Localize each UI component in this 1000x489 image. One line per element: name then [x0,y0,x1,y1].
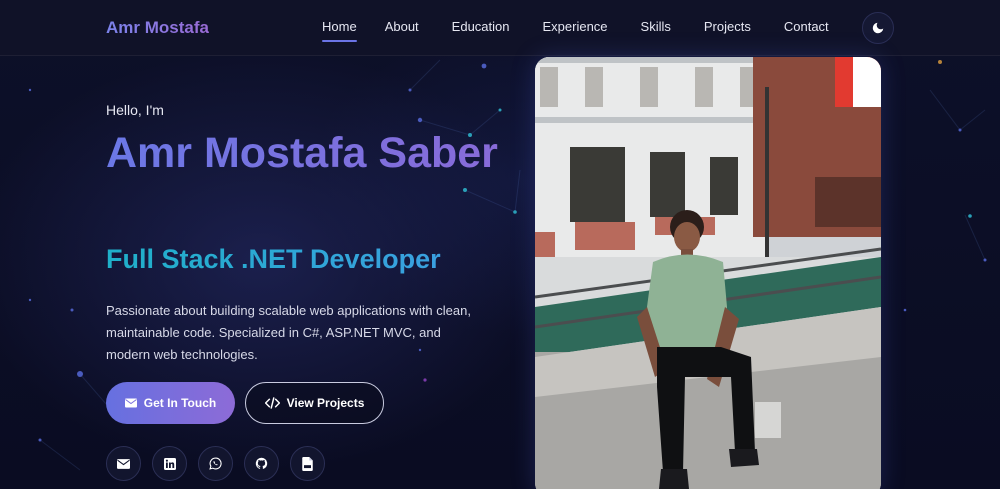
code-icon [264,397,280,409]
theme-toggle-button[interactable] [862,12,894,44]
profile-photo-illustration [535,57,881,489]
social-links [106,446,325,481]
hero-description: Passionate about building scalable web a… [106,303,471,362]
view-projects-button[interactable]: View Projects [245,382,384,424]
hero-role: Full Stack .NET Developer [106,244,441,274]
nav-link-contact[interactable]: Contact [784,19,829,34]
github-link[interactable] [244,446,279,481]
nav-link-skills[interactable]: Skills [641,19,671,34]
email-link[interactable] [106,446,141,481]
pdf-file-icon [302,456,313,471]
nav-link-projects[interactable]: Projects [704,19,751,34]
nav-links: Home About Education Experience Skills P… [322,19,829,42]
view-projects-label: View Projects [286,396,365,410]
linkedin-link[interactable] [152,446,187,481]
nav-link-education[interactable]: Education [452,19,510,34]
resume-pdf-link[interactable] [290,446,325,481]
nav-link-home[interactable]: Home [322,19,357,42]
moon-icon [872,22,884,34]
whatsapp-link[interactable] [198,446,233,481]
get-in-touch-button[interactable]: Get In Touch [106,382,235,424]
nav-link-about[interactable]: About [385,19,419,34]
profile-photo [535,57,881,489]
navbar: Amr Mostafa Home About Education Experie… [0,0,1000,56]
envelope-icon [117,458,130,469]
hero-name: Amr Mostafa Saber [106,128,526,178]
get-in-touch-label: Get In Touch [143,396,217,410]
github-icon [255,457,268,469]
linkedin-icon [163,457,176,470]
brand-logo[interactable]: Amr Mostafa [106,18,209,38]
envelope-icon [124,398,137,408]
whatsapp-icon [209,457,222,470]
hero-greeting: Hello, I'm [106,102,164,118]
nav-link-experience[interactable]: Experience [543,19,608,34]
